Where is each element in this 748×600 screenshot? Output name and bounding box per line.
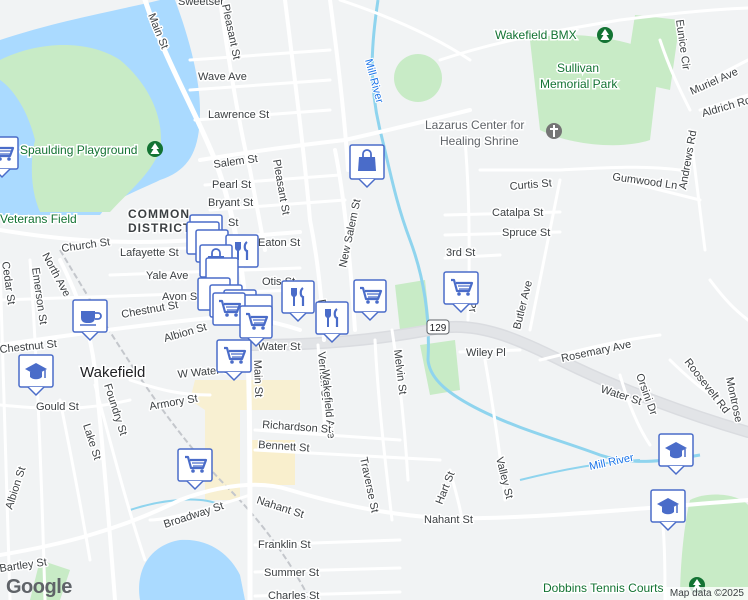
google-logo: Google	[6, 576, 72, 598]
lazarus-label-2: Healing Shrine	[440, 134, 519, 148]
church-icon	[546, 123, 562, 139]
water-st-mid-label: Water St	[258, 341, 300, 353]
sullivan-park-label-2: Memorial Park	[540, 77, 618, 91]
map-canvas[interactable]: 129 Wakefield BMX Sullivan Memorial Park…	[0, 0, 748, 600]
wakefield-bmx-label: Wakefield BMX	[495, 28, 577, 42]
common-district-label-1: COMMON	[128, 207, 190, 221]
main-st-lower-label: Main St	[251, 360, 264, 398]
spaulding-playground-label: Spaulding Playground	[20, 143, 137, 157]
partial-st-label: St	[228, 217, 238, 229]
common-district-label-2: DISTRICT	[128, 221, 191, 235]
dobbins-tennis-label: Dobbins Tennis Courts	[543, 581, 664, 595]
charles-st-label: Charles St	[268, 590, 319, 600]
pearl-st-label: Pearl St	[212, 179, 251, 191]
eaton-st-label: Eaton St	[258, 237, 300, 249]
wiley-pl-label: Wiley Pl	[466, 347, 506, 359]
wave-ave-label: Wave Ave	[198, 71, 247, 83]
green-patch-mill-river	[394, 54, 442, 102]
veterans-field-label: Veterans Field	[0, 212, 77, 226]
wakefield-label: Wakefield	[80, 364, 145, 381]
lazarus-label-1: Lazarus Center for	[425, 118, 524, 132]
map-attribution[interactable]: Map data ©2025	[665, 587, 748, 600]
bmx-park-icon	[597, 27, 613, 43]
sweetser-label: Sweetser	[178, 0, 224, 8]
bryant-st-label: Bryant St	[208, 197, 253, 209]
sullivan-park-label-1: Sullivan	[557, 61, 599, 75]
lafayette-st-label: Lafayette St	[120, 247, 179, 259]
playground-park-icon	[147, 141, 163, 157]
summer-st-label: Summer St	[264, 567, 319, 579]
route-129-label: 129	[430, 323, 447, 334]
spruce-st-label: Spruce St	[502, 227, 550, 239]
gould-st-label: Gould St	[36, 401, 79, 413]
franklin-st-label: Franklin St	[258, 539, 311, 551]
lawrence-st-label: Lawrence St	[208, 109, 269, 121]
catalpa-st-label: Catalpa St	[492, 207, 543, 219]
yale-ave-label: Yale Ave	[146, 270, 188, 282]
nahant-st-right-label: Nahant St	[424, 514, 473, 526]
third-st-label: 3rd St	[446, 247, 475, 259]
route-129-shield: 129	[426, 319, 450, 335]
